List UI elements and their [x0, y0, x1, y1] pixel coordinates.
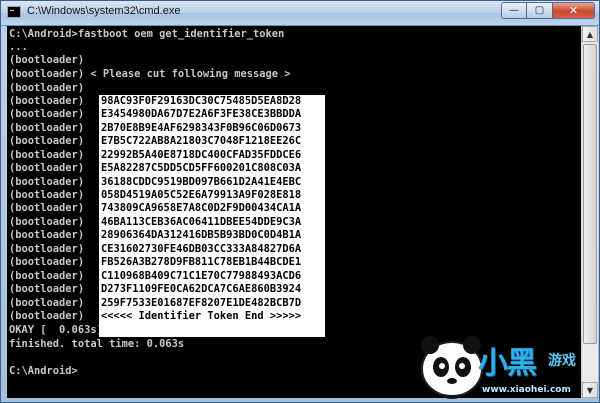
token-line: CE31602730FE46DB03CC333A84827D6A	[101, 243, 302, 255]
console-line: (bootloader) < Please cut following mess…	[9, 68, 291, 80]
console-line: (bootloader)	[9, 216, 85, 228]
token-line: <<<<< Identifier Token End >>>>>	[101, 310, 302, 322]
console-line: (bootloader)	[9, 189, 85, 201]
console-line: (bootloader)	[9, 229, 85, 241]
token-line: E5A82287C5DD5CD5FF600201C808C03A	[101, 162, 302, 174]
token-line: D273F1109FE0CA62DCA7C6AE860B3924	[101, 283, 302, 295]
token-line: <<<< Identifier Token Start >>>>	[101, 82, 302, 94]
close-icon: ✕	[568, 4, 579, 17]
minimize-icon: —	[509, 5, 519, 16]
arrow-up-icon: ▲	[586, 29, 594, 39]
console-line: (bootloader)	[9, 283, 85, 295]
token-line: 46BA113CEB36AC06411DBEE54DDE9C3A	[101, 216, 302, 228]
console-line: OKAY [ 0.063s]	[9, 324, 103, 336]
console-line: (bootloader)	[9, 256, 85, 268]
scrollbar-thumb[interactable]	[583, 44, 597, 344]
scroll-up-button[interactable]: ▲	[582, 26, 598, 42]
console-line: (bootloader)	[9, 149, 85, 161]
console-line: (bootloader)	[9, 162, 85, 174]
console-line: (bootloader)	[9, 54, 85, 66]
token-line: 2B70E8B9E4AF6298343F0B96C06D0673	[101, 122, 302, 134]
console-line: ...	[9, 41, 28, 53]
console-line: (bootloader)	[9, 176, 85, 188]
console-line: (bootloader)	[9, 297, 85, 309]
token-line: C110968B409C71C1E70C77988493ACD6	[101, 270, 302, 282]
console-line: C:\Android>fastboot oem get_identifier_t…	[9, 28, 285, 40]
token-line: 22992B5A40E8718DC400CFAD35FDDCE6	[101, 149, 302, 161]
console-line: (bootloader)	[9, 135, 85, 147]
minimize-button[interactable]: —	[501, 2, 527, 19]
token-line: 743809CA9658E7A8C0D2F9D00434CA1A	[101, 202, 302, 214]
window-controls: — ▢ ✕	[501, 2, 595, 20]
console-line: (bootloader)	[9, 270, 85, 282]
console-line: (bootloader)	[9, 108, 85, 120]
maximize-icon: ▢	[534, 5, 545, 16]
token-line: 36188CDDC9519BD097B661D2A41E4EBC	[101, 176, 302, 188]
console-line: (bootloader)	[9, 95, 85, 107]
title-bar[interactable]: C:\Windows\system32\cmd.exe — ▢ ✕	[1, 1, 599, 26]
watermark-url: www.xiaohei.com	[482, 385, 571, 395]
maximize-button[interactable]: ▢	[527, 2, 553, 19]
token-line: 28906364DA312416DB5B93BD0C0D4B1A	[101, 229, 302, 241]
console-line: (bootloader)	[9, 310, 85, 322]
token-line: 058D4519A05C52E6A79913A9F028E818	[101, 189, 302, 201]
console-line: (bootloader)	[9, 202, 85, 214]
window-title: C:\Windows\system32\cmd.exe	[27, 5, 181, 17]
watermark-sub: 游戏	[548, 353, 576, 369]
console-line: (bootloader)	[9, 82, 85, 94]
token-line: FB526A3B278D9FB811C78EB1B44BCDE1	[101, 256, 302, 268]
token-line: E7B5C722AB8A21803C7048F1218EE26C	[101, 135, 302, 147]
console-line: C:\Android>	[9, 365, 78, 377]
console-line: finished. total time: 0.063s	[9, 338, 185, 350]
close-button[interactable]: ✕	[553, 2, 595, 19]
token-line: 98AC93F0F29163DC30C75485D5EA8D28	[101, 95, 302, 107]
console-line: (bootloader)	[9, 122, 85, 134]
watermark-brand: 小黑	[478, 346, 537, 381]
token-line: E3454980DA67D7E2A6F3FE38CE3BBDDA	[101, 108, 302, 120]
token-line: 259F7533E01687EF8207E1DE482BCB7D	[101, 297, 302, 309]
cmd-app-icon	[7, 6, 21, 18]
console-line: (bootloader)	[9, 243, 85, 255]
